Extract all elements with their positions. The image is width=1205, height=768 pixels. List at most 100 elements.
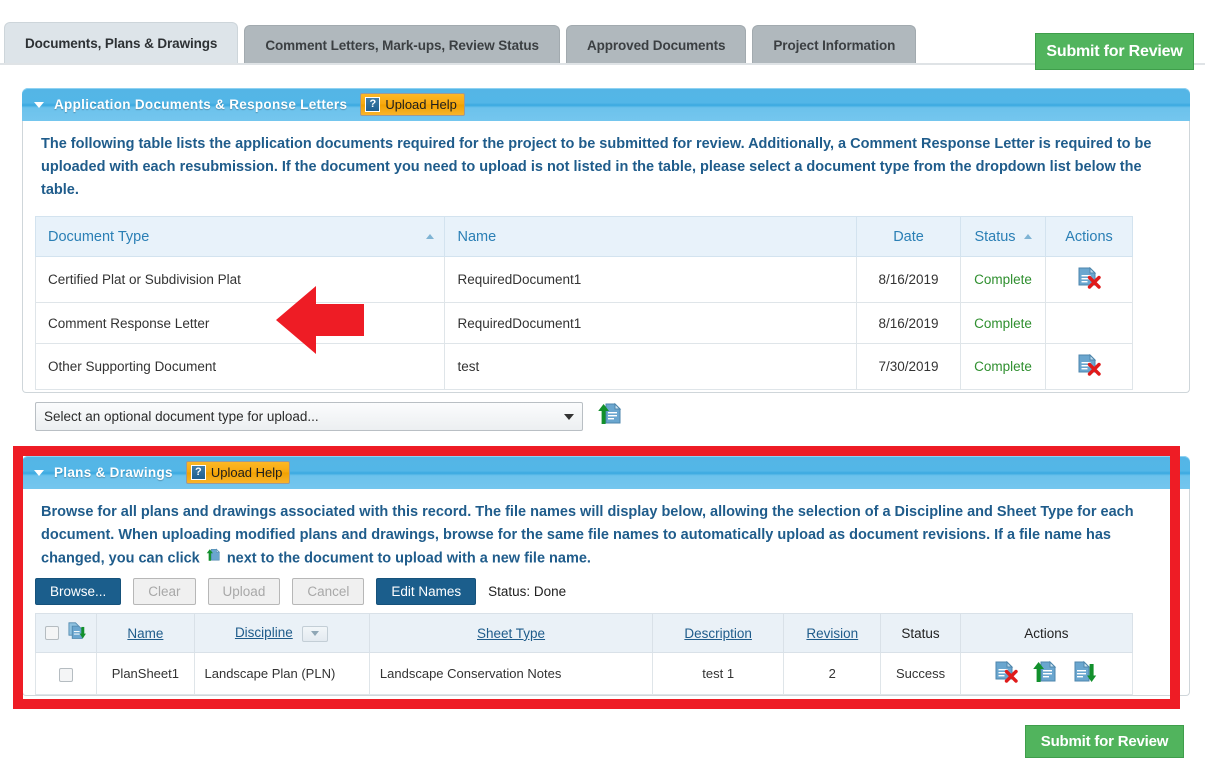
select-all-checkbox[interactable] bbox=[44, 626, 59, 641]
application-documents-panel-header[interactable]: Application Documents & Response Letters… bbox=[22, 88, 1190, 121]
column-header-name[interactable]: Name bbox=[444, 216, 858, 257]
table-row[interactable]: Comment Response Letter RequiredDocument… bbox=[34, 302, 1133, 344]
button-label: Cancel bbox=[307, 584, 350, 600]
chevron-down-icon[interactable] bbox=[564, 413, 574, 420]
tab-label: Project Information bbox=[773, 37, 896, 53]
caret-down-icon[interactable] bbox=[34, 101, 44, 108]
column-header-label: Actions bbox=[1024, 625, 1069, 641]
caret-down-icon[interactable] bbox=[34, 469, 44, 476]
column-header-status[interactable]: Status bbox=[960, 216, 1046, 257]
cell-actions bbox=[959, 652, 1134, 696]
submit-label: Submit for Review bbox=[1040, 733, 1169, 750]
app-page: Documents, Plans & Drawings Comment Lett… bbox=[0, 0, 1205, 768]
upload-help-label: Upload Help bbox=[210, 465, 283, 480]
cell-name: test bbox=[444, 343, 858, 390]
column-header-document-type[interactable]: Document Type bbox=[34, 216, 446, 257]
submit-for-review-button-top[interactable]: Submit for Review bbox=[1035, 33, 1194, 70]
column-header-link[interactable]: Revision bbox=[806, 626, 858, 641]
question-mark-icon: ? bbox=[190, 465, 206, 480]
upload-help-button[interactable]: ? Upload Help bbox=[360, 93, 465, 116]
browse-button[interactable]: Browse... bbox=[35, 578, 122, 606]
submit-label: Submit for Review bbox=[1046, 42, 1183, 60]
tab-comment-letters[interactable]: Comment Letters, Mark-ups, Review Status bbox=[244, 25, 560, 64]
document-type-select[interactable]: Select an optional document type for upl… bbox=[35, 402, 583, 431]
tab-underline bbox=[0, 63, 1205, 65]
column-header-label: Actions bbox=[1065, 228, 1113, 245]
upload-help-button[interactable]: ? Upload Help bbox=[185, 461, 291, 484]
document-upload-icon[interactable] bbox=[1032, 660, 1058, 687]
column-header-sheet-type[interactable]: Sheet Type bbox=[368, 613, 654, 654]
column-header-link[interactable]: Name bbox=[127, 626, 163, 641]
tab-documents-plans-drawings[interactable]: Documents, Plans & Drawings bbox=[4, 22, 239, 64]
cell-revision: 2 bbox=[783, 652, 882, 696]
cell-date: 8/16/2019 bbox=[856, 256, 962, 303]
cell-name: RequiredDocument1 bbox=[444, 256, 858, 303]
column-header-link[interactable]: Discipline bbox=[235, 625, 293, 640]
cell-status: Complete bbox=[960, 302, 1046, 344]
document-delete-icon[interactable] bbox=[1077, 353, 1101, 379]
cell-date: 8/16/2019 bbox=[856, 302, 962, 344]
column-header-select bbox=[34, 613, 98, 654]
column-header-link[interactable]: Sheet Type bbox=[477, 626, 545, 641]
status-badge: Complete bbox=[974, 272, 1032, 287]
column-header-revision[interactable]: Revision bbox=[783, 613, 882, 654]
edit-names-button[interactable]: Edit Names bbox=[376, 578, 477, 606]
column-header-label: Status bbox=[901, 625, 940, 641]
column-header-description[interactable]: Description bbox=[652, 613, 785, 654]
column-header-link[interactable]: Description bbox=[684, 626, 752, 641]
column-header-label: Document Type bbox=[48, 228, 150, 245]
column-header-label: Status bbox=[974, 228, 1016, 245]
cell-actions bbox=[1045, 256, 1133, 303]
sort-ascending-icon[interactable] bbox=[1023, 234, 1032, 240]
document-delete-icon[interactable] bbox=[994, 661, 1019, 686]
table-row[interactable]: Other Supporting Document test 7/30/2019… bbox=[34, 343, 1133, 390]
button-label: Browse... bbox=[50, 584, 107, 600]
plans-button-row: Browse... Clear Upload Cancel Edit Names… bbox=[35, 578, 1189, 606]
tab-bar: Documents, Plans & Drawings Comment Lett… bbox=[0, 22, 1205, 64]
column-header-name[interactable]: Name bbox=[96, 613, 195, 654]
cell-actions bbox=[1045, 343, 1133, 390]
cell-document-type: Other Supporting Document bbox=[34, 343, 446, 390]
cell-select bbox=[34, 652, 98, 696]
button-label: Upload bbox=[222, 584, 266, 600]
panel-title: Application Documents & Response Letters bbox=[54, 97, 348, 112]
plans-drawings-panel-body: Browse for all plans and drawings associ… bbox=[22, 489, 1190, 696]
optional-document-upload-row: Select an optional document type for upl… bbox=[35, 402, 1189, 445]
clear-button[interactable]: Clear bbox=[133, 578, 196, 606]
document-download-icon[interactable] bbox=[1072, 660, 1098, 687]
table-row[interactable]: PlanSheet1 Landscape Plan (PLN) Landscap… bbox=[34, 652, 1134, 696]
plans-drawings-panel-header[interactable]: Plans & Drawings ? Upload Help bbox=[22, 456, 1190, 489]
upload-help-label: Upload Help bbox=[385, 97, 457, 112]
column-header-date[interactable]: Date bbox=[856, 216, 962, 257]
tab-label: Documents, Plans & Drawings bbox=[25, 36, 218, 51]
plans-drawings-intro: Browse for all plans and drawings associ… bbox=[23, 489, 1189, 572]
document-upload-icon bbox=[206, 547, 221, 570]
button-label: Clear bbox=[148, 584, 181, 600]
status-badge: Complete bbox=[974, 315, 1032, 331]
tab-approved-documents[interactable]: Approved Documents bbox=[565, 25, 747, 64]
cell-date: 7/30/2019 bbox=[856, 343, 962, 390]
upload-button[interactable]: Upload bbox=[207, 578, 281, 606]
documents-download-icon[interactable] bbox=[68, 622, 88, 644]
cell-status: Complete bbox=[960, 343, 1046, 390]
document-delete-icon[interactable] bbox=[1077, 266, 1101, 292]
filter-dropdown-icon[interactable] bbox=[302, 625, 329, 642]
application-documents-intro: The following table lists the applicatio… bbox=[41, 136, 1152, 198]
column-header-status: Status bbox=[880, 613, 961, 654]
column-header-discipline[interactable]: Discipline bbox=[193, 613, 370, 654]
tab-project-information[interactable]: Project Information bbox=[752, 25, 917, 64]
tab-label: Approved Documents bbox=[586, 37, 726, 53]
column-header-label: Name bbox=[457, 228, 497, 245]
cell-discipline: Landscape Plan (PLN) bbox=[193, 652, 370, 696]
submit-for-review-button-bottom[interactable]: Submit for Review bbox=[1025, 725, 1184, 758]
sort-ascending-icon[interactable] bbox=[426, 234, 435, 239]
document-type-select-value: Select an optional document type for upl… bbox=[44, 409, 319, 424]
panel-title: Plans & Drawings bbox=[54, 465, 173, 480]
button-label: Edit Names bbox=[391, 584, 462, 600]
cell-document-type: Certified Plat or Subdivision Plat bbox=[34, 256, 446, 303]
document-upload-icon[interactable] bbox=[597, 402, 623, 431]
table-row[interactable]: Certified Plat or Subdivision Plat Requi… bbox=[34, 256, 1133, 303]
cell-actions bbox=[1045, 302, 1133, 344]
cancel-button[interactable]: Cancel bbox=[292, 578, 365, 606]
row-checkbox[interactable] bbox=[59, 667, 74, 682]
